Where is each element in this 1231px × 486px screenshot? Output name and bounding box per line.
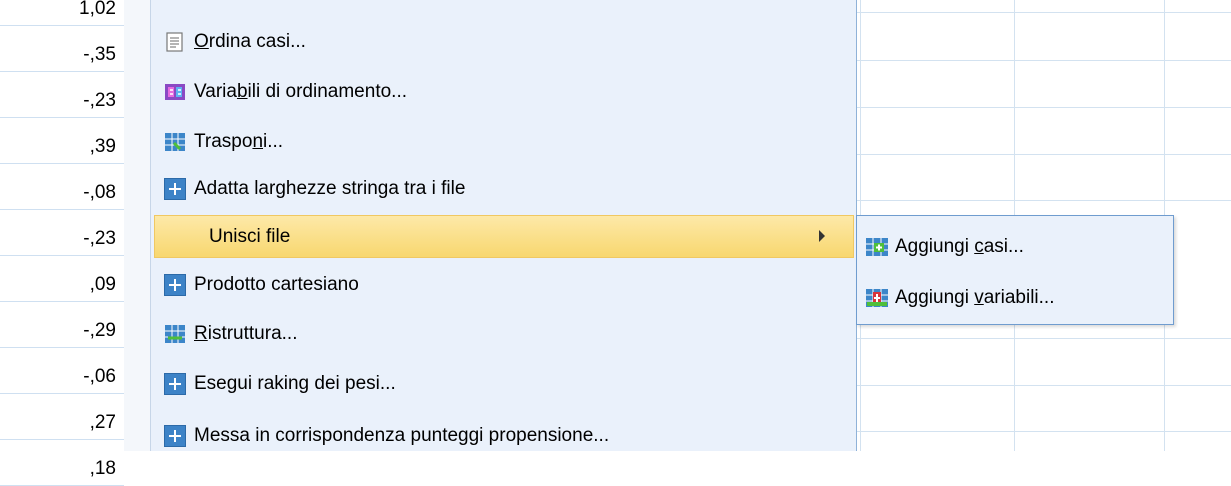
menu-item-label: Variabili di ordinamento... (194, 80, 407, 102)
submenu-arrow-icon (819, 230, 825, 242)
data-cell[interactable]: ,18 (0, 440, 124, 486)
grid-line (856, 154, 1231, 155)
data-cell[interactable]: ,27 (0, 394, 124, 440)
menu-item-label: Ordina casi... (194, 30, 306, 52)
grid-line (856, 12, 1231, 13)
data-cell[interactable]: -,23 (0, 210, 124, 256)
submenu-item-label: Aggiungi casi... (895, 236, 1024, 257)
grid-line (856, 431, 1231, 432)
menu-item-adjust-string-widths[interactable]: Adatta larghezze stringa tra i file (154, 167, 854, 210)
restructure-icon (164, 323, 186, 345)
add-variables-icon (865, 287, 889, 309)
menu-item-label: Messa in corrispondenza punteggi propens… (194, 424, 610, 446)
sort-variables-icon (164, 81, 186, 103)
submenu-item-add-cases[interactable]: Aggiungi casi... (865, 227, 1165, 267)
data-cell[interactable]: -,29 (0, 302, 124, 348)
blank-icon (165, 226, 187, 248)
merge-files-submenu: Aggiungi casi... Aggiungi variabili... (856, 215, 1174, 325)
data-cell[interactable]: ,09 (0, 256, 124, 302)
column-gap (124, 0, 150, 451)
menu-item-sort-cases[interactable]: Ordina casi... (154, 20, 854, 63)
plus-icon (164, 273, 186, 296)
submenu-item-add-variables[interactable]: Aggiungi variabili... (865, 278, 1165, 318)
data-cell[interactable]: 1,02 (0, 0, 124, 26)
menu-item-label: Unisci file (209, 225, 291, 247)
menu-item-label: Ristruttura... (194, 322, 298, 344)
add-cases-icon (865, 236, 889, 258)
data-cell[interactable]: -,35 (0, 26, 124, 72)
grid-line (856, 107, 1231, 108)
menu-item-sort-variables[interactable]: Variabili di ordinamento... (154, 70, 854, 113)
menu-item-merge-files[interactable]: Unisci file (154, 215, 854, 258)
menu-item-cartesian-product[interactable]: Prodotto cartesiano (154, 263, 854, 306)
menu-item-transpose[interactable]: Trasponi... (154, 120, 854, 163)
plus-icon (164, 424, 186, 447)
grid-line (856, 200, 1231, 201)
menu-item-restructure[interactable]: Ristruttura... (154, 312, 854, 355)
plus-icon (164, 372, 186, 395)
data-cell[interactable]: -,23 (0, 72, 124, 118)
menu-item-label: Esegui raking dei pesi... (194, 372, 396, 394)
grid-line (856, 338, 1231, 339)
data-cell[interactable]: ,39 (0, 118, 124, 164)
menu-item-label: Adatta larghezze stringa tra i file (194, 177, 466, 199)
data-cell[interactable]: -,08 (0, 164, 124, 210)
data-cell[interactable]: -,06 (0, 348, 124, 394)
submenu-item-label: Aggiungi variabili... (895, 287, 1055, 308)
data-menu: Ordina casi... Variabili di ordinamento.… (150, 0, 857, 451)
menu-item-label: Prodotto cartesiano (194, 273, 359, 295)
plus-icon (164, 177, 186, 200)
transpose-icon (164, 131, 186, 153)
sort-cases-icon (164, 31, 186, 53)
grid-line (856, 385, 1231, 386)
data-column: 1,02 -,35 -,23 ,39 -,08 -,23 ,09 -,29 -,… (0, 0, 125, 486)
menu-item-label: Trasponi... (194, 130, 284, 152)
menu-item-raking-weights[interactable]: Esegui raking dei pesi... (154, 362, 854, 405)
grid-line (856, 60, 1231, 61)
